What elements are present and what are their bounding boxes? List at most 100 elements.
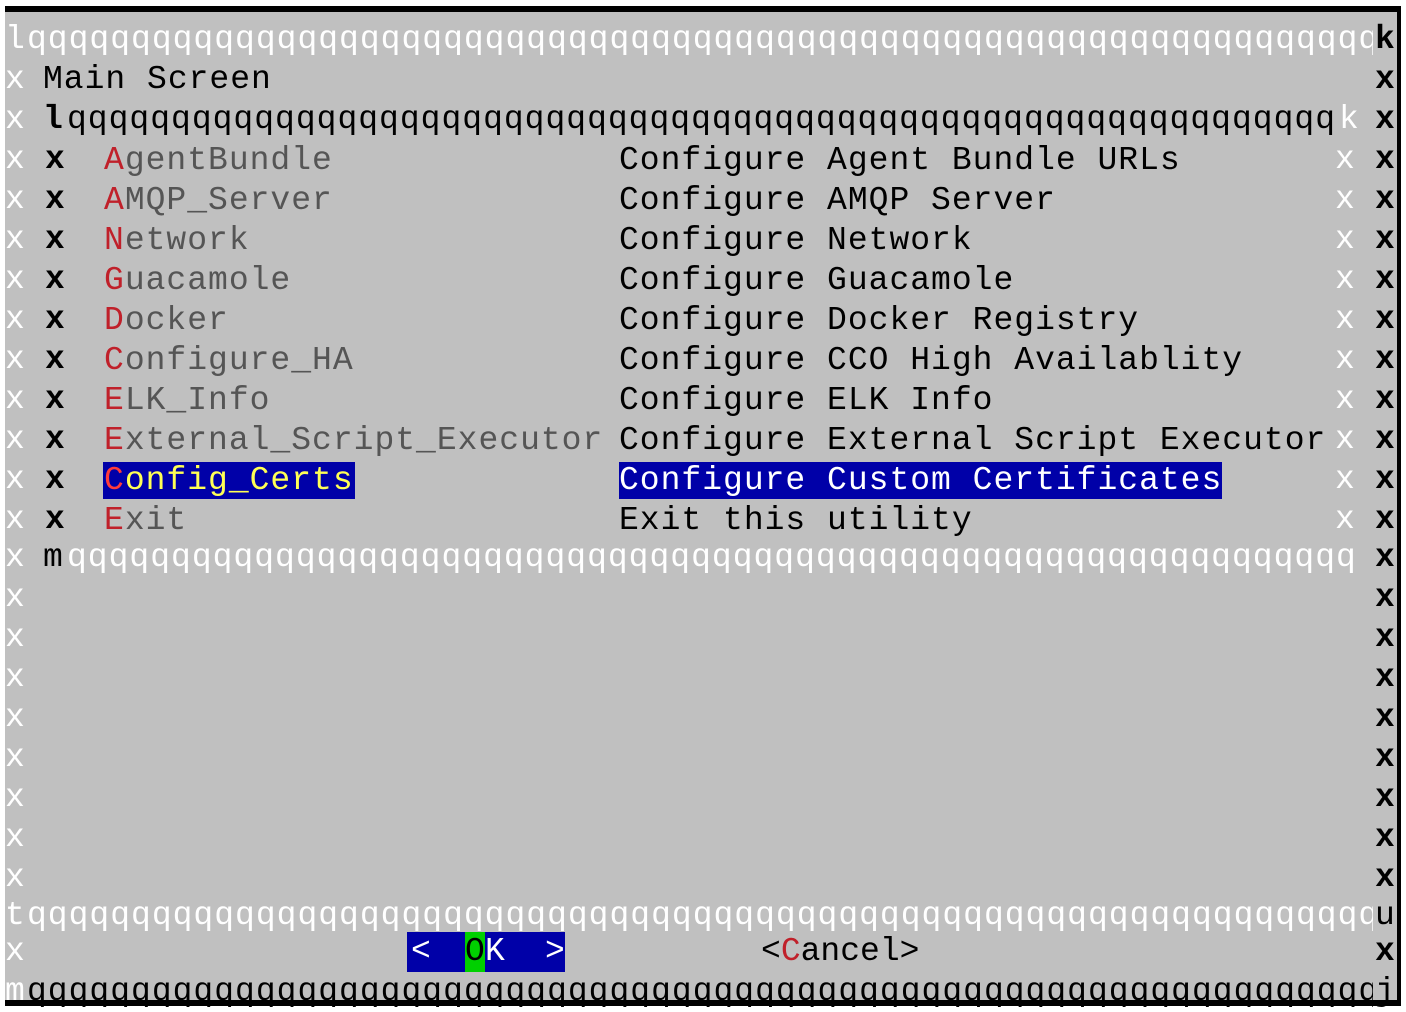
menu-border-right: x (1335, 421, 1356, 458)
menu-item-description[interactable]: Exit this utility (619, 502, 973, 540)
border-left: x (5, 539, 26, 576)
menu-item-description-text: Configure Network (619, 222, 973, 259)
menu-item-description[interactable]: Configure Guacamole (619, 262, 1014, 300)
menu-item-description-text: Configure Docker Registry (619, 302, 1140, 339)
border-right: x (1375, 381, 1396, 418)
border-left: x (5, 181, 26, 218)
border-left: x (5, 659, 26, 696)
menu-border-left: x (45, 501, 66, 538)
border-left: x (5, 381, 26, 418)
ok-bracket-right: > (545, 933, 565, 970)
border-left: x (5, 61, 26, 98)
menu-item-tag[interactable]: ELK_Info (103, 382, 271, 420)
menu-border-left: x (45, 341, 66, 378)
border-left: x (5, 819, 26, 856)
border-left: x (5, 421, 26, 458)
menu-item-tag[interactable]: Docker (103, 302, 230, 340)
menu-item-description[interactable]: Configure Network (619, 222, 973, 260)
menu-item-description-text: Configure External Script Executor (619, 422, 1327, 459)
dialog-screen: l qqqqqqqqqqqqqqqqqqqqqqqqqqqqqqqqqqqqqq… (5, 12, 1397, 1010)
menu-border-left: x (45, 381, 66, 418)
menu-item-description[interactable]: Configure Custom Certificates (619, 462, 1223, 500)
border-left: x (5, 221, 26, 258)
menu-item-description[interactable]: Configure Agent Bundle URLs (619, 142, 1181, 180)
menu-border-left: x (45, 181, 66, 218)
menu-border-right: x (1335, 501, 1356, 538)
border-right: x (1375, 301, 1396, 338)
menu-item-tag-text: MQP_Server (124, 182, 333, 219)
menu-border-left: x (45, 261, 66, 298)
menu-item-description[interactable]: Configure AMQP Server (619, 182, 1056, 220)
menu-item-tag[interactable]: Configure_HA (103, 342, 355, 380)
menu-border-right: x (1335, 141, 1356, 178)
menu-item-hotkey: E (104, 422, 125, 459)
border-right: x (1375, 659, 1396, 696)
border-left: x (5, 619, 26, 656)
border-left: x (5, 141, 26, 178)
menu-item-tag-text: LK_Info (124, 382, 271, 419)
border-left: x (5, 579, 26, 616)
menu-item-description-text: Configure Agent Bundle URLs (619, 142, 1181, 179)
cancel-label: ancel (800, 933, 900, 970)
menu-item-description-text: Exit this utility (619, 502, 973, 539)
menu-border-right: x (1335, 341, 1356, 378)
border-left: x (5, 739, 26, 776)
menu-border-right: x (1335, 301, 1356, 338)
menu-item-tag[interactable]: Config_Certs (103, 462, 355, 500)
menu-item-tag-text: onfig_Certs (124, 462, 354, 499)
border-right: x (1375, 579, 1396, 616)
border-left: x (5, 341, 26, 378)
border-corner-bottom-left: m (5, 973, 26, 1010)
menu-item-description[interactable]: Configure ELK Info (619, 382, 993, 420)
menu-item-hotkey: G (104, 262, 125, 299)
border-left: x (5, 101, 26, 138)
menu-item-tag[interactable]: AgentBundle (103, 142, 334, 180)
menu-item-description[interactable]: Configure Docker Registry (619, 302, 1139, 340)
menu-border-right: x (1335, 181, 1356, 218)
border-tee-left: t (5, 897, 26, 934)
terminal-window: l qqqqqqqqqqqqqqqqqqqqqqqqqqqqqqqqqqqqqq… (5, 6, 1401, 1010)
menu-item-hotkey: C (104, 342, 125, 379)
border-bottom: qqqqqqqqqqqqqqqqqqqqqqqqqqqqqqqqqqqqqqqq… (27, 973, 1373, 1010)
menu-item-tag-text: onfigure_HA (124, 342, 354, 379)
cancel-button[interactable]: <Cancel> (761, 932, 919, 972)
dialog-title: Main Screen (43, 61, 272, 98)
cancel-bracket-right: > (899, 933, 920, 970)
border-right: x (1375, 61, 1396, 98)
border-left: x (5, 261, 26, 298)
menu-border-right: x (1335, 381, 1356, 418)
menu-border-left: x (45, 221, 66, 258)
menu-border-bottom: qqqqqqqqqqqqqqqqqqqqqqqqqqqqqqqqqqqqqqqq… (67, 539, 1353, 576)
ok-button[interactable]: < O K > (407, 932, 565, 972)
menu-item-description-text: Configure AMQP Server (619, 182, 1056, 219)
menu-border-left: x (45, 421, 66, 458)
menu-item-tag[interactable]: AMQP_Server (103, 182, 334, 220)
border-left: x (5, 461, 26, 498)
menu-item-hotkey: E (104, 382, 125, 419)
border-right: x (1375, 933, 1396, 970)
menu-item-tag-text: etwork (124, 222, 250, 259)
menu-item-description[interactable]: Configure External Script Executor (619, 422, 1326, 460)
menu-border-left: x (45, 301, 66, 338)
menu-item-tag[interactable]: Network (103, 222, 251, 260)
menu-item-tag[interactable]: Exit (103, 502, 188, 540)
menu-item-tag[interactable]: External_Script_Executor (103, 422, 604, 460)
ok-cursor: O (465, 932, 485, 972)
border-separator: qqqqqqqqqqqqqqqqqqqqqqqqqqqqqqqqqqqqqqqq… (27, 897, 1373, 934)
cancel-bracket-left: < (761, 933, 781, 970)
menu-item-description-text: Configure Guacamole (619, 262, 1015, 299)
menu-border-left: x (45, 461, 66, 498)
menu-border-top: qqqqqqqqqqqqqqqqqqqqqqqqqqqqqqqqqqqqqqqq… (67, 101, 1335, 138)
border-left: x (5, 699, 26, 736)
menu-item-tag[interactable]: Guacamole (103, 262, 292, 300)
border-left: x (5, 933, 26, 970)
border-right: x (1375, 779, 1396, 816)
border-right: x (1375, 341, 1396, 378)
menu-item-hotkey: E (104, 502, 125, 539)
border-right: x (1375, 221, 1396, 258)
menu-border-corner-top-right: k (1339, 101, 1360, 138)
menu-border-right: x (1335, 261, 1356, 298)
menu-item-description[interactable]: Configure CCO High Availablity (619, 342, 1243, 380)
menu-item-tag-text: gentBundle (124, 142, 333, 179)
border-top: qqqqqqqqqqqqqqqqqqqqqqqqqqqqqqqqqqqqqqqq… (27, 21, 1373, 58)
